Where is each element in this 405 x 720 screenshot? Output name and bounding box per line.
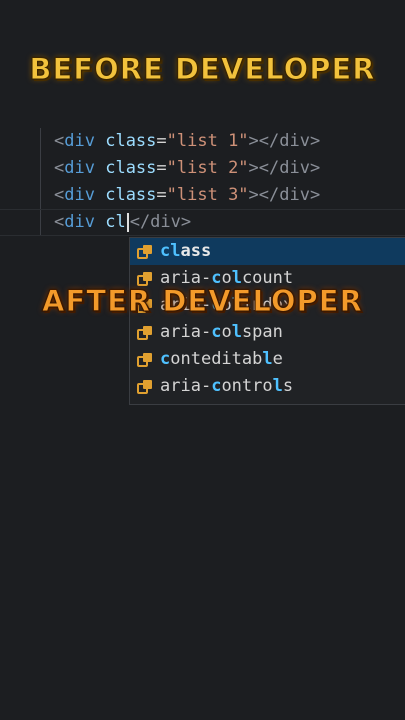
suggestion-label: aria-controls [160, 376, 294, 396]
suggestion-label: aria-colspan [160, 322, 283, 342]
property-icon [137, 245, 152, 259]
equals-sign: = [156, 131, 167, 151]
attribute-value: "list 1" [166, 131, 249, 151]
property-icon [137, 380, 152, 394]
text-cursor [126, 212, 129, 232]
after-developer-title: AFTER DEVELOPER [42, 284, 363, 319]
open-bracket: < [54, 212, 65, 232]
suggestion-item-aria-controls[interactable]: aria-controls [130, 373, 405, 400]
open-bracket: < [54, 158, 65, 178]
suggestion-label: class [160, 241, 212, 261]
suggestion-label: conteditable [160, 349, 283, 369]
property-icon [137, 353, 152, 367]
attribute-value: "list 3" [166, 185, 249, 205]
tag-name: div [64, 212, 95, 232]
close-tag: ></div> [248, 131, 321, 151]
close-tag: </div> [129, 212, 192, 232]
suggestion-item-class[interactable]: class [130, 238, 405, 265]
equals-sign: = [156, 185, 167, 205]
tag-name: div [64, 185, 95, 205]
autocomplete-dropdown[interactable]: class aria-colcount aria-colindex aria-c… [129, 237, 405, 405]
before-developer-title: BEFORE DEVELOPER [29, 52, 376, 87]
code-line-2[interactable]: <div class="list 2"></div> [54, 155, 320, 182]
open-bracket: < [54, 131, 65, 151]
code-line-4[interactable]: <div cl </div> [54, 209, 191, 236]
suggestion-item-contenteditable[interactable]: conteditable [130, 346, 405, 373]
open-bracket: < [54, 185, 65, 205]
code-line-1[interactable]: <div class="list 1"></div> [54, 128, 320, 155]
equals-sign: = [156, 158, 167, 178]
typed-text: cl [105, 212, 126, 232]
property-icon [137, 326, 152, 340]
tag-name: div [64, 158, 95, 178]
attribute-value: "list 2" [166, 158, 249, 178]
attribute-name: class [105, 185, 157, 205]
suggestion-item-aria-colspan[interactable]: aria-colspan [130, 319, 405, 346]
attribute-name: class [105, 158, 157, 178]
close-tag: ></div> [248, 158, 321, 178]
attribute-name: class [105, 131, 157, 151]
close-tag: ></div> [248, 185, 321, 205]
code-line-3[interactable]: <div class="list 3"></div> [54, 182, 320, 209]
tag-name: div [64, 131, 95, 151]
